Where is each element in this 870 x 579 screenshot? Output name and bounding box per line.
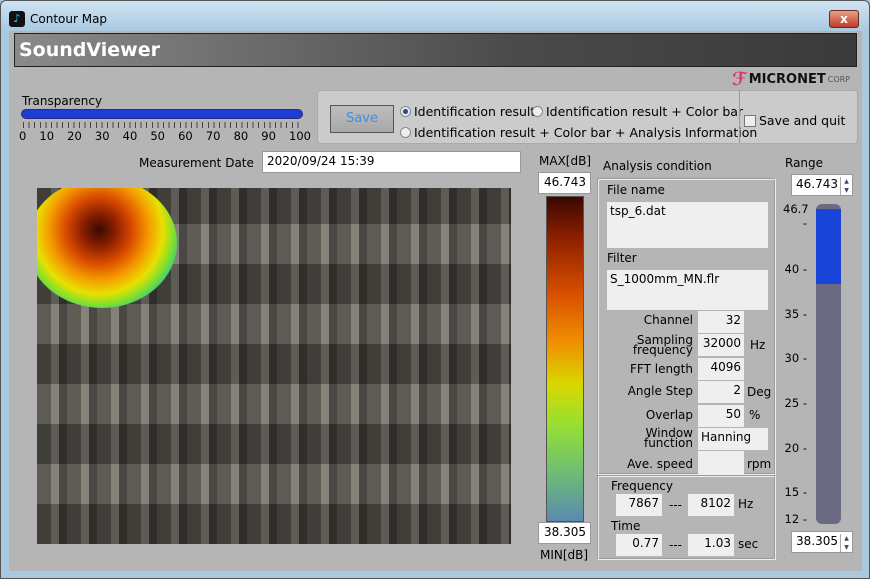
range-lower-value: 38.305 bbox=[796, 534, 838, 548]
angle-step-unit: Deg bbox=[747, 385, 772, 399]
time-to: 1.03 bbox=[688, 534, 734, 556]
divider bbox=[739, 91, 740, 143]
range-scale-label: 15 - bbox=[784, 485, 807, 500]
channel-value: 32 bbox=[698, 311, 744, 333]
fft-length-value: 4096 bbox=[698, 358, 744, 380]
tick-label: 70 bbox=[205, 129, 221, 143]
close-button[interactable]: x bbox=[829, 10, 859, 28]
window: ♪ Contour Map x SoundViewer ℱ MICRONET COR… bbox=[0, 0, 870, 579]
frequency-to: 8102 bbox=[688, 494, 734, 516]
range-scale-label: 12 - bbox=[784, 512, 807, 526]
time-separator: --- bbox=[669, 538, 682, 552]
radio-label: Identification result + Color bar bbox=[546, 104, 744, 119]
frequency-label: Frequency bbox=[611, 479, 673, 493]
max-db-label: MAX[dB] bbox=[539, 154, 591, 168]
checkbox-icon bbox=[744, 114, 756, 127]
radio-label: Identification result bbox=[414, 104, 536, 119]
checkbox-label: Save and quit bbox=[759, 113, 846, 128]
transparency-slider[interactable] bbox=[21, 109, 303, 119]
save-button[interactable]: Save bbox=[330, 105, 394, 133]
ave-speed-value bbox=[698, 451, 744, 475]
ave-speed-label: Ave. speed bbox=[627, 457, 693, 471]
range-upper-value: 46.743 bbox=[796, 177, 838, 191]
sampling-frequency-value: 32000 bbox=[698, 334, 744, 356]
filter-field: S_1000mm_MN.flr bbox=[607, 270, 768, 310]
measurement-date-label: Measurement Date bbox=[139, 156, 254, 170]
contour-map-image bbox=[37, 188, 511, 544]
range-label: Range bbox=[785, 156, 824, 170]
range-upper-spinner[interactable]: 46.743 ▲ ▼ bbox=[791, 174, 853, 196]
fft-length-label: FFT length bbox=[630, 362, 693, 376]
angle-step-value: 2 bbox=[698, 381, 744, 403]
range-lower-spinner[interactable]: 38.305 ▲ ▼ bbox=[791, 531, 853, 553]
ave-speed-unit: rpm bbox=[747, 457, 772, 471]
sound-source-hotspot bbox=[37, 188, 177, 308]
range-scale-label: 35 - bbox=[784, 306, 807, 321]
file-name-field: tsp_6.dat bbox=[607, 202, 768, 248]
tick-label: 30 bbox=[94, 129, 110, 143]
measurement-date-field[interactable]: 2020/09/24 15:39 bbox=[262, 151, 521, 173]
save-and-quit-checkbox[interactable]: Save and quit bbox=[744, 113, 845, 128]
range-scale-label: 40 - bbox=[784, 261, 807, 276]
tick-label: 80 bbox=[233, 129, 249, 143]
spinner-arrows-icon[interactable]: ▲ ▼ bbox=[840, 177, 852, 195]
radio-identification-result[interactable]: Identification result bbox=[400, 104, 535, 119]
frequency-unit: Hz bbox=[738, 497, 754, 511]
tick-label: 40 bbox=[122, 129, 138, 143]
tick-label: 60 bbox=[178, 129, 193, 143]
radio-identification-colorbar[interactable]: Identification result + Color bar bbox=[532, 104, 743, 119]
time-label: Time bbox=[611, 519, 641, 533]
tick-label: 0 bbox=[19, 129, 27, 143]
tick-label: 50 bbox=[150, 129, 165, 143]
window-function-value: Hanning bbox=[698, 428, 768, 450]
tick-label: 10 bbox=[39, 129, 55, 143]
angle-step-label: Angle Step bbox=[627, 384, 693, 398]
window-function-label: Window function bbox=[643, 426, 693, 450]
title-bar: ♪ Contour Map bbox=[9, 9, 107, 29]
analysis-condition-title: Analysis condition bbox=[603, 159, 712, 173]
tick-label: 20 bbox=[67, 129, 82, 143]
radio-selected-icon bbox=[400, 106, 411, 117]
range-scale-label: 46.7 - bbox=[783, 202, 809, 230]
tick-label: 90 bbox=[261, 129, 276, 143]
color-bar bbox=[546, 196, 584, 522]
app-header: SoundViewer bbox=[14, 33, 857, 67]
min-db-value[interactable]: 38.305 bbox=[538, 522, 591, 544]
overlap-label: Overlap bbox=[645, 408, 693, 422]
overlap-value: 50 bbox=[698, 405, 744, 427]
transparency-label: Transparency bbox=[22, 94, 103, 108]
radio-icon bbox=[400, 127, 411, 138]
radio-identification-colorbar-analysis[interactable]: Identification result + Color bar + Anal… bbox=[400, 125, 757, 140]
overlap-unit: % bbox=[749, 408, 761, 422]
micronet-logo: ℱ MICRONET CORP bbox=[732, 69, 850, 90]
file-name-label: File name bbox=[607, 183, 665, 197]
frequency-separator: --- bbox=[669, 498, 682, 512]
window-title: Contour Map bbox=[30, 12, 108, 26]
slider-tick-labels: 0 10 20 30 40 50 60 70 80 90 100 bbox=[19, 129, 311, 143]
filter-label: Filter bbox=[607, 251, 637, 265]
frequency-from: 7867 bbox=[616, 494, 662, 516]
range-slider-fill[interactable] bbox=[816, 209, 841, 284]
save-options-panel: Save Identification result Identificatio… bbox=[317, 90, 858, 144]
range-scale-label: 30 - bbox=[784, 351, 807, 366]
sampling-frequency-unit: Hz bbox=[750, 338, 766, 352]
channel-label: Channel bbox=[643, 313, 693, 327]
range-info-group: Frequency 7867 --- 8102 Hz Time 0.77 ---… bbox=[597, 475, 776, 560]
min-db-label: MIN[dB] bbox=[540, 548, 589, 562]
spinner-arrows-icon[interactable]: ▲ ▼ bbox=[840, 534, 852, 552]
time-from: 0.77 bbox=[616, 534, 662, 556]
max-db-value[interactable]: 46.743 bbox=[538, 172, 591, 194]
range-scale-label: 25 - bbox=[784, 395, 807, 410]
time-unit: sec bbox=[738, 537, 759, 551]
radio-label: Identification result + Color bar + Anal… bbox=[414, 125, 758, 140]
client-area: SoundViewer ℱ MICRONET CORP Transparency 0… bbox=[9, 31, 862, 571]
tick-label: 100 bbox=[289, 129, 311, 143]
sampling-frequency-label: Sampling frequency bbox=[632, 333, 693, 357]
radio-icon bbox=[532, 106, 543, 117]
range-scale-label: 20 - bbox=[784, 440, 807, 455]
slider-ticks bbox=[23, 122, 303, 128]
app-icon: ♪ bbox=[9, 11, 25, 27]
